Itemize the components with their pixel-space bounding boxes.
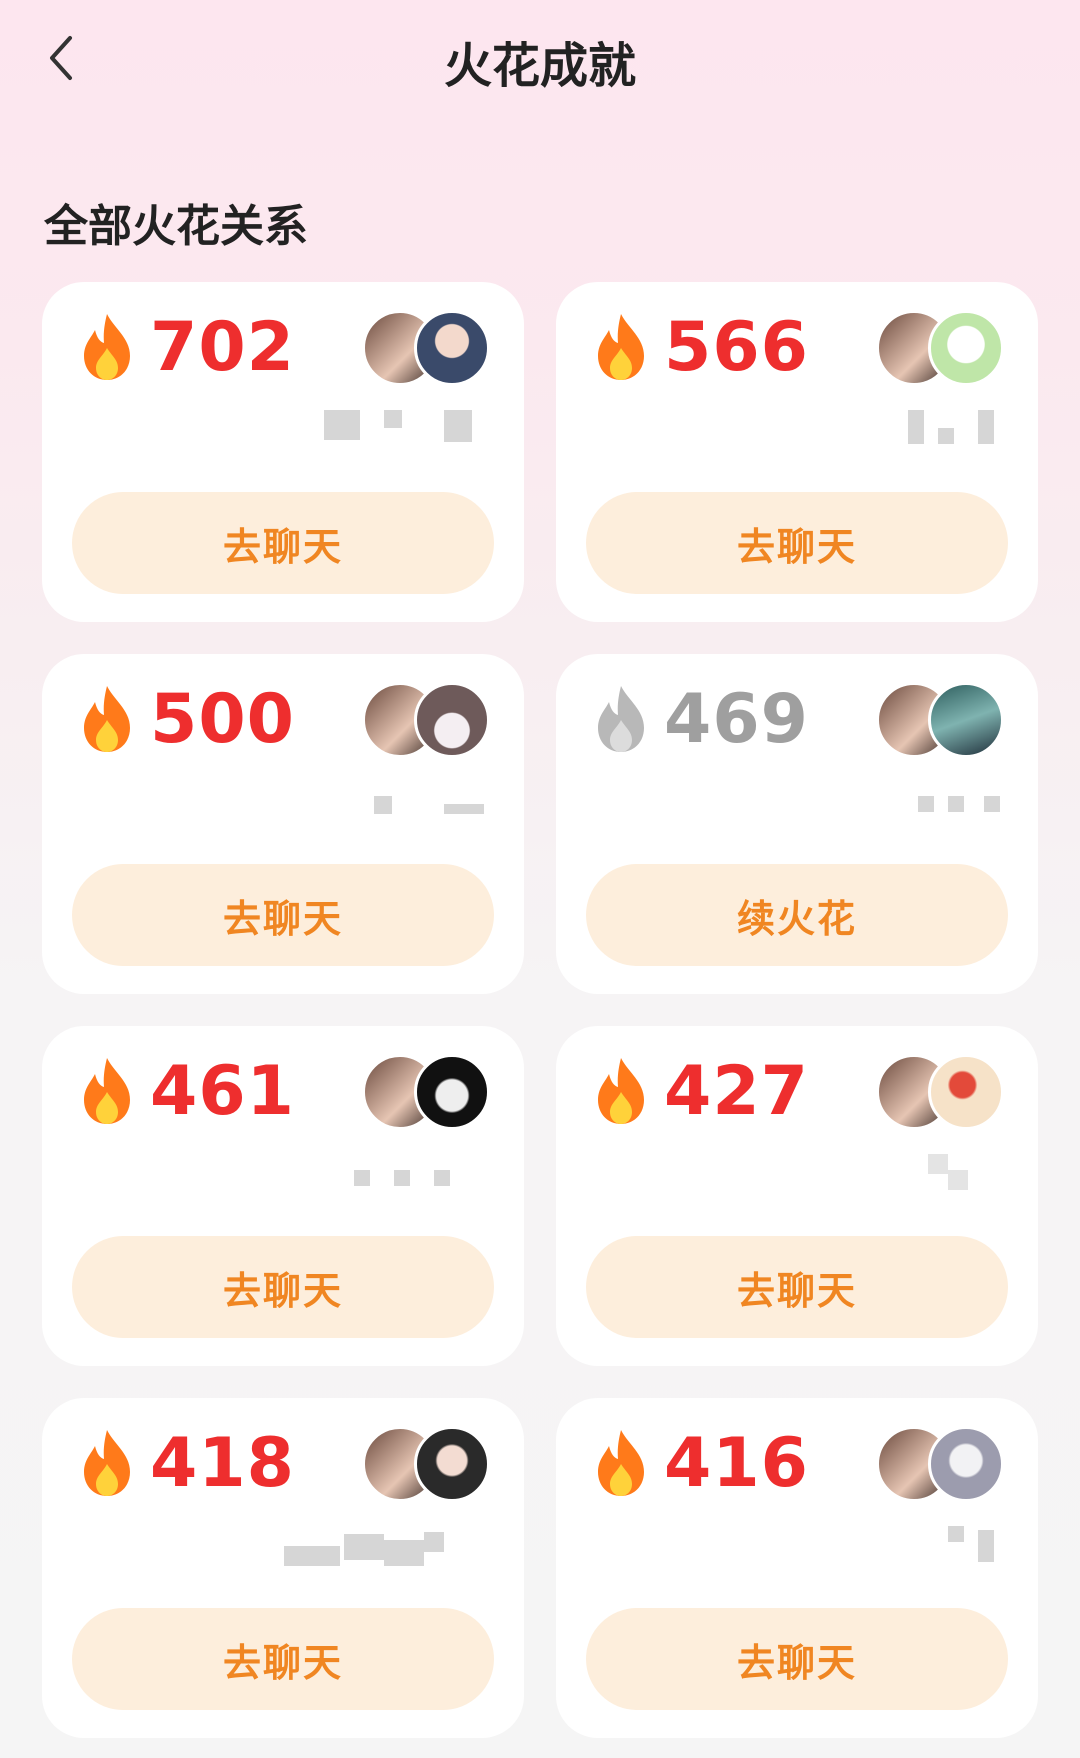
spark-count: 702 (150, 308, 295, 387)
blurred-username (284, 1154, 504, 1198)
spark-count: 469 (664, 680, 809, 759)
spark-card: 461 去聊天 (42, 1026, 524, 1366)
flame-icon (598, 314, 644, 380)
avatar (414, 1054, 490, 1130)
avatar (928, 682, 1004, 758)
chat-button[interactable]: 去聊天 (586, 492, 1008, 594)
flame-icon (84, 686, 130, 752)
avatar (928, 310, 1004, 386)
spark-card: 427 去聊天 (556, 1026, 1038, 1366)
avatar-pair (362, 1426, 502, 1502)
spark-count: 500 (150, 680, 295, 759)
flame-icon-inactive (598, 686, 644, 752)
spark-card: 418 去聊天 (42, 1398, 524, 1738)
avatar (928, 1426, 1004, 1502)
spark-grid: 702 去聊天 566 去聊天 500 去聊天 469 续火花 461 去聊天 … (42, 282, 1038, 1738)
blurred-username (284, 410, 504, 454)
blurred-username (284, 1526, 504, 1570)
flame-icon (598, 1430, 644, 1496)
avatar (414, 310, 490, 386)
avatar-pair (876, 1054, 1016, 1130)
chat-button[interactable]: 去聊天 (586, 1236, 1008, 1338)
blurred-username (798, 1526, 1018, 1570)
spark-count: 461 (150, 1052, 295, 1131)
chat-button[interactable]: 去聊天 (72, 492, 494, 594)
blurred-username (798, 410, 1018, 454)
chat-button[interactable]: 去聊天 (72, 1236, 494, 1338)
flame-icon (84, 1058, 130, 1124)
spark-card: 702 去聊天 (42, 282, 524, 622)
avatar-pair (876, 1426, 1016, 1502)
avatar (414, 682, 490, 758)
avatar (414, 1426, 490, 1502)
avatar (928, 1054, 1004, 1130)
section-title: 全部火花关系 (44, 201, 308, 252)
avatar-pair (362, 310, 502, 386)
renew-spark-button[interactable]: 续火花 (586, 864, 1008, 966)
chat-button[interactable]: 去聊天 (72, 864, 494, 966)
blurred-username (798, 1154, 1018, 1198)
avatar-pair (362, 682, 502, 758)
spark-card: 566 去聊天 (556, 282, 1038, 622)
avatar-pair (876, 682, 1016, 758)
spark-count: 566 (664, 308, 809, 387)
flame-icon (84, 1430, 130, 1496)
avatar-pair (876, 310, 1016, 386)
chat-button[interactable]: 去聊天 (586, 1608, 1008, 1710)
blurred-username (284, 782, 504, 826)
spark-card: 416 去聊天 (556, 1398, 1038, 1738)
spark-count: 418 (150, 1424, 295, 1503)
spark-count: 416 (664, 1424, 809, 1503)
flame-icon (598, 1058, 644, 1124)
spark-card: 469 续火花 (556, 654, 1038, 994)
header: 火花成就 (0, 0, 1080, 120)
flame-icon (84, 314, 130, 380)
page-title: 火花成就 (443, 38, 636, 94)
avatar-pair (362, 1054, 502, 1130)
spark-card: 500 去聊天 (42, 654, 524, 994)
spark-count: 427 (664, 1052, 809, 1131)
blurred-username (798, 782, 1018, 826)
chat-button[interactable]: 去聊天 (72, 1608, 494, 1710)
